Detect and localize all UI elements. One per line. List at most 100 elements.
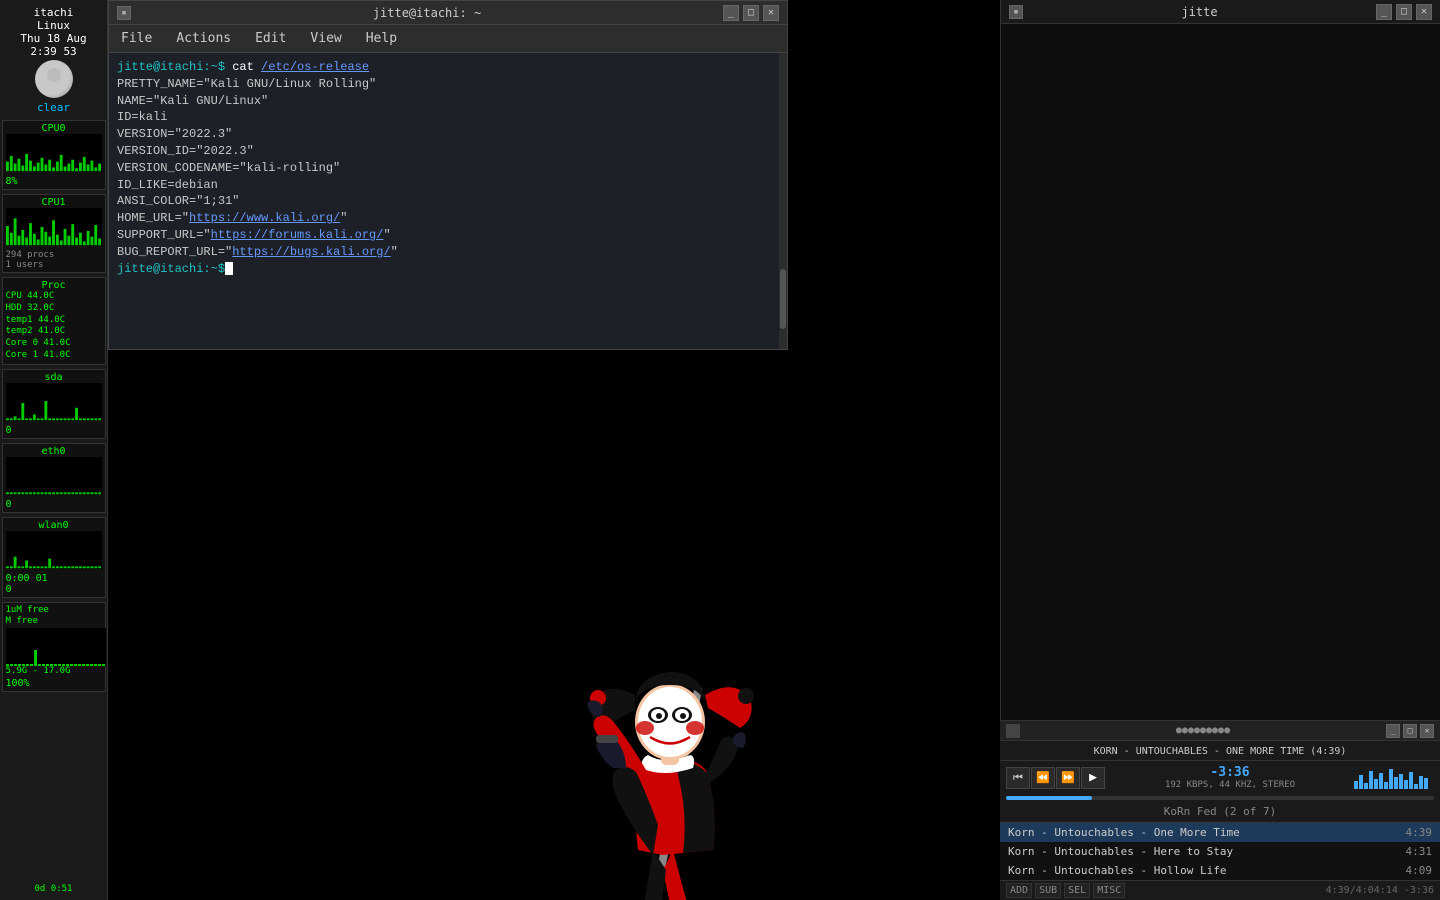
terminal-scrollbar[interactable]: [779, 53, 787, 349]
proc-label: Proc: [6, 280, 102, 291]
terminal-body[interactable]: jitte@itachi:~$ cat /etc/os-release PRET…: [109, 53, 787, 349]
wlan0-graph: [6, 531, 102, 569]
right-minimize-button[interactable]: _: [1376, 4, 1392, 20]
temp-hdd: HDD 32.0C: [6, 303, 102, 315]
cpu1-graph-block: CPU1 294 pr: [2, 194, 106, 273]
cpu1-procs: 294 procs: [6, 250, 102, 260]
uptime-days: 0d: [35, 884, 46, 894]
right-window-icon: ▪: [1009, 5, 1023, 19]
eth0-graph: [6, 457, 102, 495]
temp-core0: Core 0 41.0C: [6, 338, 102, 350]
track-bitrate: 192 KBPS, 44 KHZ, STEREO: [1112, 780, 1348, 790]
player-close-btn[interactable]: ✕: [1420, 724, 1434, 738]
terminal-line-2: jitte@itachi:~$: [117, 261, 779, 278]
menu-help[interactable]: Help: [362, 29, 401, 48]
home-url-link[interactable]: https://www.kali.org/: [189, 211, 340, 225]
right-maximize-button[interactable]: □: [1396, 4, 1412, 20]
date-display: Thu 18 Aug: [20, 32, 86, 45]
menu-view[interactable]: View: [306, 29, 345, 48]
eq-bar-5: [1374, 779, 1378, 789]
footer-remaining: -3:36: [1404, 885, 1434, 896]
day-num: 18: [47, 32, 60, 45]
disk-graph: [6, 383, 102, 421]
sel-button[interactable]: SEL: [1064, 883, 1090, 898]
player-controls-row: ⏮ ⏪ ⏩ ▶ -3:36 192 KBPS, 44 KHZ, STEREO: [1000, 761, 1440, 794]
scrollbar-thumb[interactable]: [780, 269, 786, 329]
eth0-label: eth0: [6, 446, 102, 457]
prev-prev-button[interactable]: ⏮: [1006, 767, 1030, 789]
playlist-item-3-name: Korn - Untouchables - Hollow Life: [1008, 864, 1398, 877]
hostname-line2: Linux: [37, 19, 70, 32]
terminal-minimize-button[interactable]: _: [723, 5, 739, 21]
terminal-cursor: [225, 262, 233, 275]
wlan0-val1: 0:00 01: [6, 573, 102, 584]
hostname-block: itachi Linux Thu 18 Aug 2:39 53 clear: [2, 4, 105, 117]
terminal-title: jitte@itachi: ~: [131, 6, 723, 20]
misc-button[interactable]: MISC: [1093, 883, 1125, 898]
mem-percent: 100%: [6, 678, 102, 689]
player-minimize-btn[interactable]: _: [1386, 724, 1400, 738]
mem-m-label: M free: [6, 616, 102, 628]
track-name-label: KORN - UNTOUCHABLES - ONE MORE TIME (4:3…: [1094, 746, 1347, 757]
eq-bar-10: [1399, 774, 1403, 789]
eq-bar-3: [1364, 783, 1368, 789]
wlan0-block: wlan0: [2, 517, 106, 598]
harley-quinn-illustration: [478, 630, 908, 900]
footer-buttons: ADD SUB SEL MISC: [1006, 883, 1125, 898]
cmd-1: cat /etc/os-release: [225, 60, 369, 74]
temp-temp1: temp1 44.0C: [6, 315, 102, 327]
term-output-block: PRETTY_NAME="Kali GNU/Linux Rolling" NAM…: [117, 76, 779, 261]
playlist-item-3-duration: 4:09: [1406, 864, 1433, 877]
disk-label: sda: [6, 372, 102, 383]
eq-bar-2: [1359, 775, 1363, 789]
track-info: -3:36 192 KBPS, 44 KHZ, STEREO: [1112, 765, 1348, 790]
terminal-icon-char: ▪: [121, 8, 126, 18]
clear-button[interactable]: clear: [37, 100, 70, 115]
progress-track[interactable]: [1006, 796, 1434, 800]
uptime-display: 0d 0:51: [35, 884, 73, 894]
eq-bar-8: [1389, 769, 1393, 789]
playlist-item-1[interactable]: Korn - Untouchables - One More Time 4:39: [1000, 823, 1440, 842]
eq-bar-11: [1404, 780, 1408, 789]
playlist-item-2-duration: 4:31: [1406, 845, 1433, 858]
playlist-item-2[interactable]: Korn - Untouchables - Here to Stay 4:31: [1000, 842, 1440, 861]
hostname-line1: itachi: [34, 6, 74, 19]
bug-url-link[interactable]: https://bugs.kali.org/: [232, 245, 390, 259]
day-name: Thu: [20, 32, 40, 45]
progress-bar-area[interactable]: [1000, 794, 1440, 802]
os-release-link[interactable]: /etc/os-release: [261, 60, 369, 74]
playlist-item-1-name: Korn - Untouchables - One More Time: [1008, 826, 1398, 839]
cpu0-label: CPU0: [6, 123, 102, 134]
eth0-block: eth0 0: [2, 443, 106, 513]
playlist-header: KoRn Fed (2 of 7): [1000, 802, 1440, 822]
month-name: Aug: [67, 32, 87, 45]
right-titlebar: ▪ jitte _ □ ✕: [1001, 0, 1440, 24]
menu-edit[interactable]: Edit: [251, 29, 290, 48]
play-button[interactable]: ▶: [1081, 767, 1105, 789]
terminal-close-button[interactable]: ✕: [763, 5, 779, 21]
footer-time: 4:39/4:04:14 -3:36: [1326, 885, 1434, 896]
desktop-wallpaper: [108, 350, 983, 900]
playlist-item-3[interactable]: Korn - Untouchables - Hollow Life 4:09: [1000, 861, 1440, 880]
player-maximize-btn[interactable]: □: [1403, 724, 1417, 738]
add-button[interactable]: ADD: [1006, 883, 1032, 898]
right-controls: _ □ ✕: [1376, 4, 1432, 20]
track-name-bar: KORN - UNTOUCHABLES - ONE MORE TIME (4:3…: [1000, 741, 1440, 761]
support-url-link[interactable]: https://forums.kali.org/: [211, 228, 384, 242]
right-close-button[interactable]: ✕: [1416, 4, 1432, 20]
prev-button[interactable]: ⏪: [1031, 767, 1055, 789]
eq-bar-14: [1419, 776, 1423, 789]
next-button[interactable]: ⏩: [1056, 767, 1080, 789]
temp-temp2: temp2 41.0C: [6, 326, 102, 338]
eth0-val: 0: [6, 499, 102, 510]
temp-cpu: CPU 44.0C: [6, 291, 102, 303]
wlan0-io: 0: [6, 584, 102, 595]
sub-button[interactable]: SUB: [1035, 883, 1061, 898]
time-display: 2:39 53: [30, 45, 76, 58]
menu-actions[interactable]: Actions: [172, 29, 235, 48]
terminal-maximize-button[interactable]: □: [743, 5, 759, 21]
terminal-controls: _ □ ✕: [723, 5, 779, 21]
eq-bar-15: [1424, 778, 1428, 789]
menu-file[interactable]: File: [117, 29, 156, 48]
cpu1-label: CPU1: [6, 197, 102, 208]
